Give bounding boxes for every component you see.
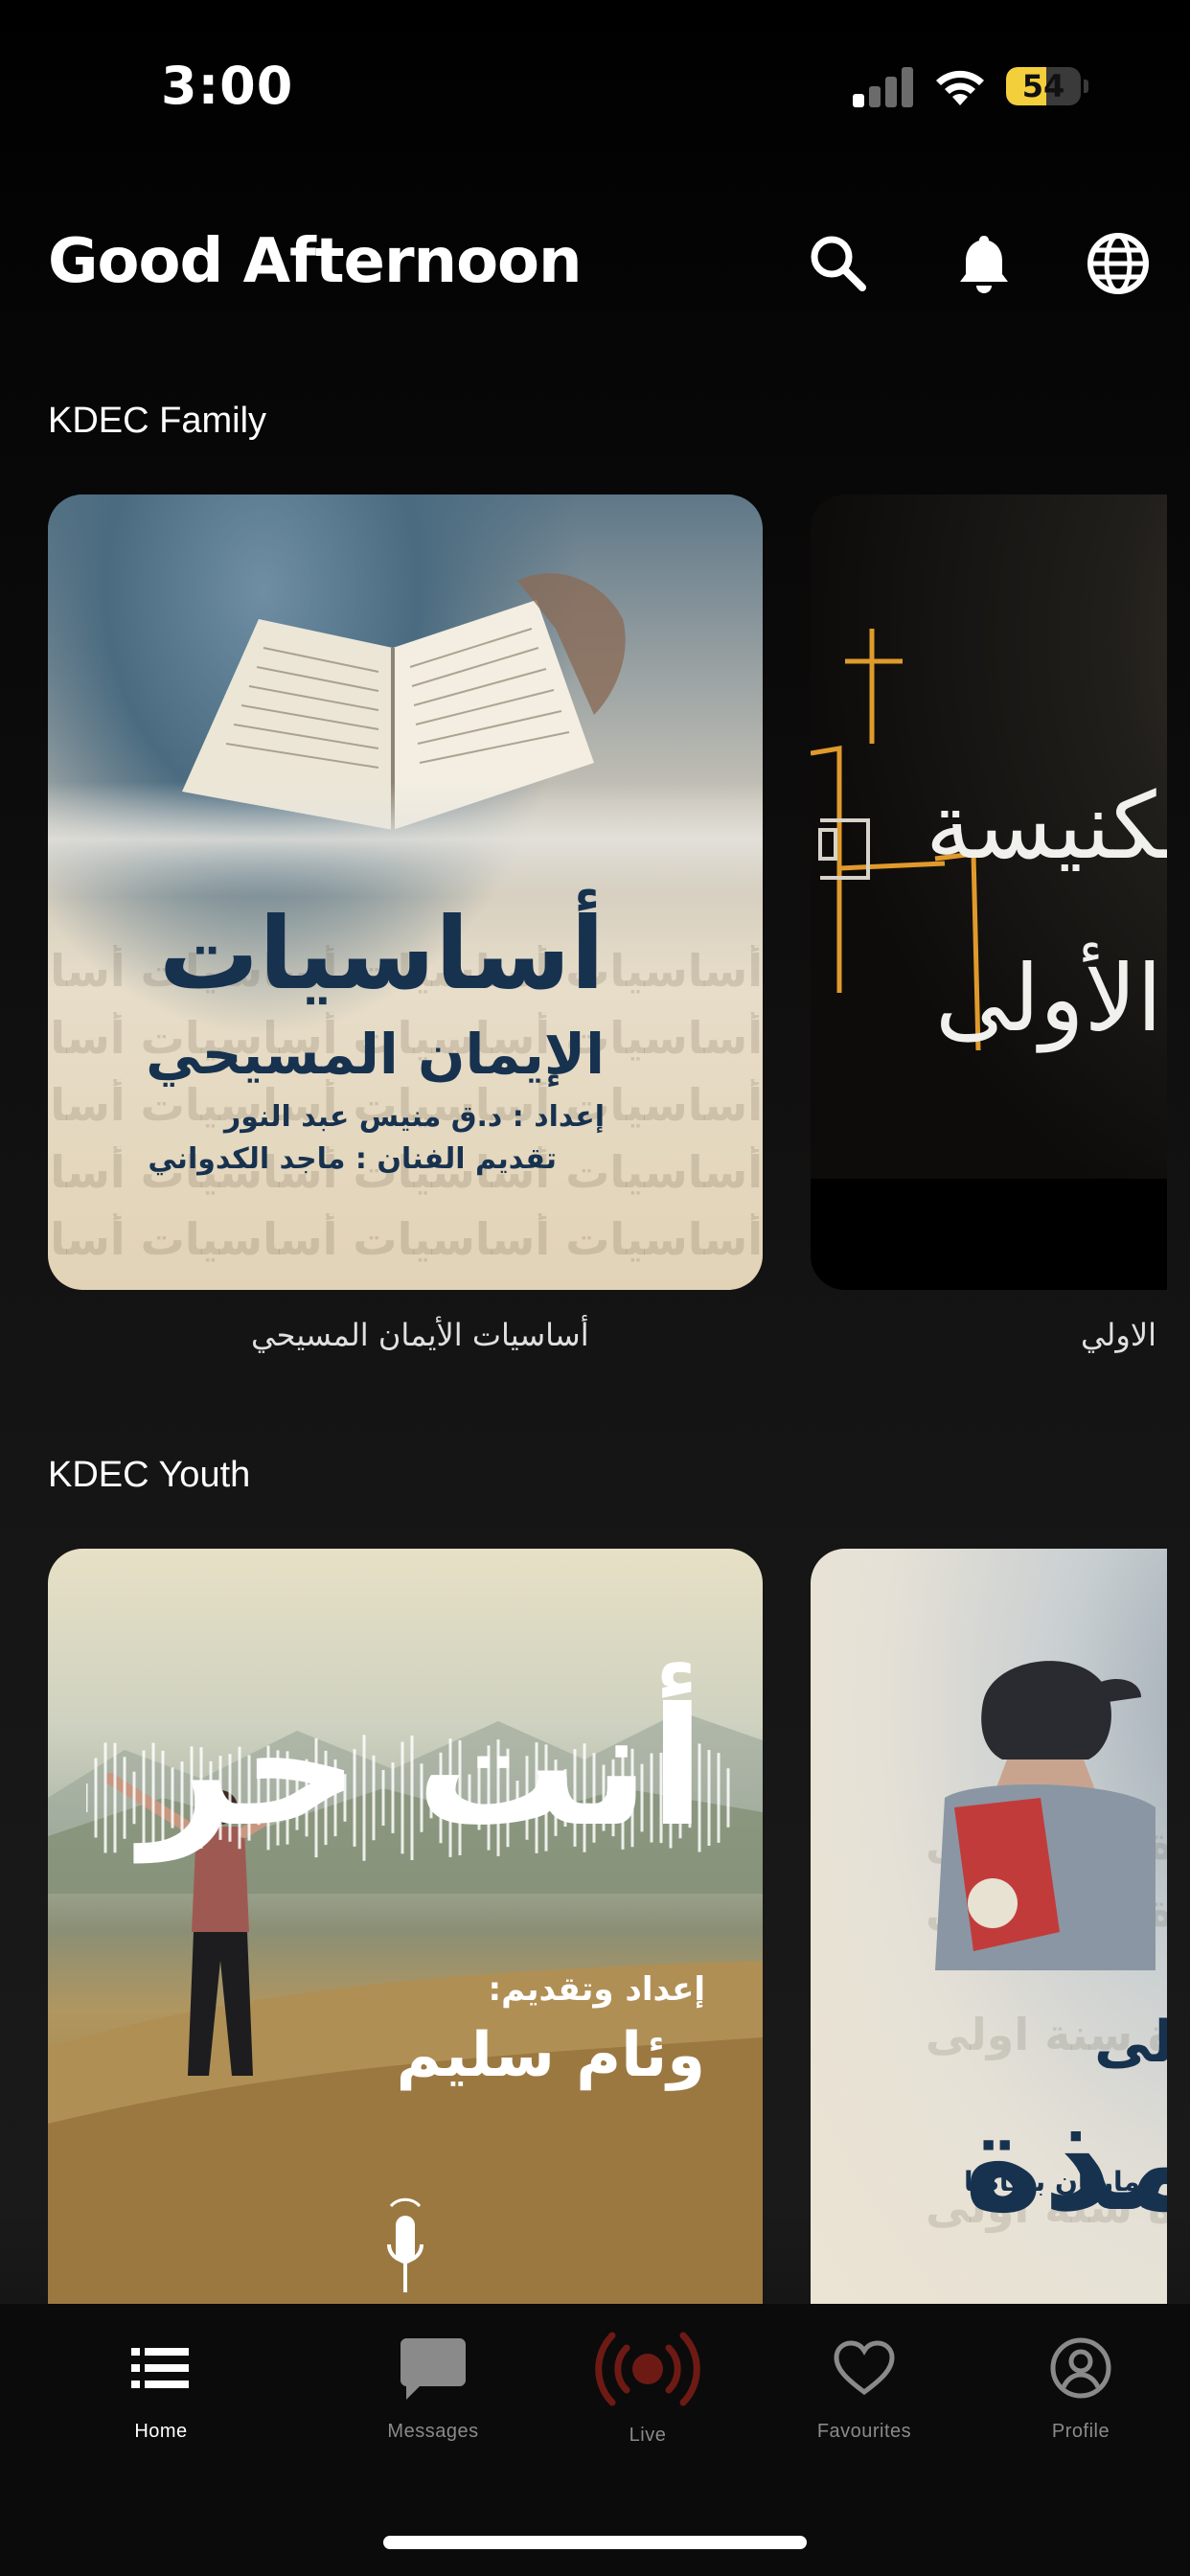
carousel-kdec-family[interactable]: أساسيات أساسيات أساسيات أساسيات أساسيات … bbox=[48, 494, 1167, 1376]
artwork-line: سنة أولى bbox=[1094, 2009, 1167, 2076]
program-card-discipleship[interactable]: تلمذة تلمذة تلمذة سنة اولى تلمذة تلمذة ت… bbox=[811, 1549, 1167, 2304]
artwork-credit: تقديم : ماريان بطاطا bbox=[964, 2166, 1167, 2197]
tab-label: Home bbox=[134, 2421, 188, 2442]
artwork-title: تلمذة bbox=[964, 2085, 1167, 2242]
tab-messages[interactable]: Messages bbox=[337, 2338, 529, 2459]
status-time: 3:00 bbox=[161, 56, 294, 116]
cloud-mist bbox=[48, 782, 763, 897]
bell-icon[interactable] bbox=[950, 230, 1018, 297]
boy-with-backpack-illustration bbox=[935, 1661, 1156, 1970]
artwork-subtitle: الأولى bbox=[935, 945, 1163, 1052]
profile-icon bbox=[1050, 2337, 1111, 2399]
card-caption: الكنيسة الاولي bbox=[1081, 1317, 1167, 1353]
globe-icon[interactable] bbox=[1085, 230, 1152, 297]
section-title-kdec-family: KDEC Family bbox=[48, 401, 267, 441]
battery-percent: 54 bbox=[1021, 68, 1065, 104]
message-icon bbox=[400, 2338, 466, 2400]
tab-profile[interactable]: Profile bbox=[985, 2337, 1177, 2459]
tab-home[interactable]: Home bbox=[65, 2344, 257, 2459]
carousel-kdec-youth[interactable]: أنت حر إعداد وتقديم: وئام سليم تلمذة تلم… bbox=[48, 1549, 1167, 2304]
cellular-signal-icon bbox=[853, 65, 914, 107]
tab-favourites[interactable]: Favourites bbox=[768, 2340, 960, 2459]
tab-live[interactable]: Live bbox=[552, 2332, 744, 2459]
tab-label: Live bbox=[629, 2425, 667, 2446]
artwork-credit-presenter: تقديم الفنان : ماجد الكدواني bbox=[148, 1142, 557, 1176]
greeting-title: Good Afternoon bbox=[48, 226, 583, 297]
tab-label: Messages bbox=[387, 2421, 479, 2442]
artwork-credit-author: إعداد : د.ق منيس عبد النور bbox=[223, 1100, 605, 1134]
artwork-credit-name: وئام سليم bbox=[396, 2020, 705, 2091]
broadcast-icon bbox=[595, 2332, 700, 2406]
section-title-kdec-youth: KDEC Youth bbox=[48, 1455, 251, 1495]
list-icon bbox=[131, 2348, 189, 2388]
wifi-icon bbox=[936, 70, 984, 105]
artwork-credit-label: إعداد وتقديم: bbox=[488, 1970, 706, 2009]
program-card-christian-faith-basics[interactable]: أساسيات أساسيات أساسيات أساسيات أساسيات … bbox=[48, 494, 763, 1290]
search-icon[interactable] bbox=[805, 230, 872, 297]
artwork-title: أنت حر bbox=[140, 1673, 705, 1863]
artwork-title: أساسيات bbox=[158, 895, 605, 1012]
status-bar: 3:00 54 bbox=[0, 0, 1190, 153]
microphone-logo-icon bbox=[387, 2197, 423, 2292]
tab-label: Profile bbox=[1051, 2421, 1110, 2442]
program-card-early-church[interactable]: الكنيسة الأولى bbox=[811, 494, 1167, 1290]
heart-icon bbox=[834, 2340, 895, 2396]
tab-label: Favourites bbox=[816, 2421, 912, 2442]
artwork-title: الكنيسة bbox=[926, 772, 1167, 880]
program-card-you-are-free[interactable]: أنت حر إعداد وتقديم: وئام سليم bbox=[48, 1549, 763, 2304]
card-caption: أساسيات الأيمان المسيحي bbox=[251, 1317, 589, 1353]
title-watermark: أساسيات أساسيات أساسيات أساسيات bbox=[48, 1213, 763, 1265]
artwork-subtitle: الإيمان المسيحي bbox=[146, 1022, 605, 1087]
battery-icon: 54 bbox=[1006, 67, 1088, 105]
home-indicator[interactable] bbox=[383, 2536, 807, 2549]
